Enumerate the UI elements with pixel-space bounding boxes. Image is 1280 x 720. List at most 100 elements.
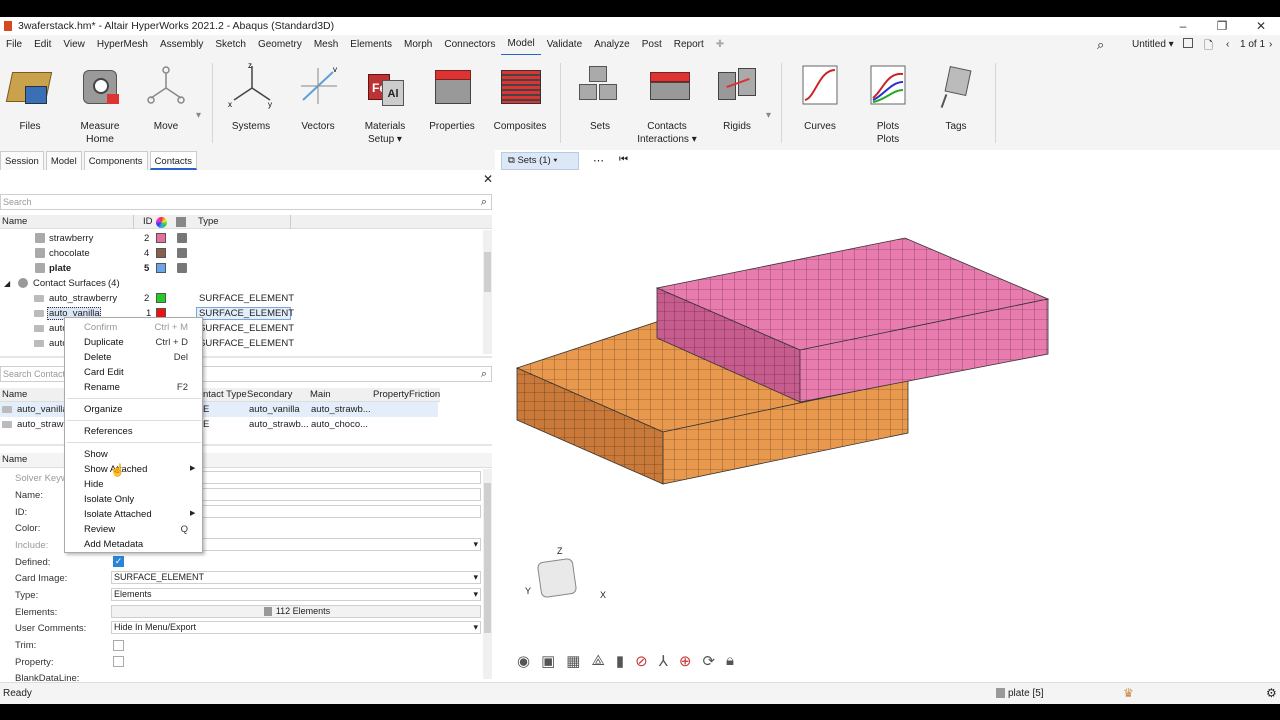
tab-components[interactable]: Components xyxy=(83,151,148,170)
menu-edit[interactable]: Edit xyxy=(28,35,57,55)
collapse-icon[interactable]: ◢ xyxy=(4,276,10,291)
measure-tool[interactable]: Measure Home xyxy=(72,60,128,146)
vectors-tool[interactable]: v Vectors xyxy=(292,60,344,133)
type-select[interactable]: Elements ▾ xyxy=(111,588,481,601)
move-tool[interactable]: Move xyxy=(140,60,192,133)
crown-icon[interactable]: ♛ xyxy=(1123,686,1134,700)
menu-hypermesh[interactable]: HyperMesh xyxy=(91,35,154,55)
col-main[interactable]: Main xyxy=(310,388,331,402)
menu-elements[interactable]: Elements xyxy=(344,35,398,55)
elements-selector[interactable]: 112 Elements xyxy=(111,605,481,618)
view-eye-icon[interactable]: ◉ xyxy=(517,652,530,676)
menu-sketch[interactable]: Sketch xyxy=(209,35,252,55)
session-dropdown[interactable]: Untitled ▾ xyxy=(1132,39,1174,50)
menu-assembly[interactable]: Assembly xyxy=(154,35,209,55)
menu-file[interactable]: File xyxy=(0,35,28,55)
color-swatch[interactable] xyxy=(156,293,166,303)
add-ribbon-icon[interactable]: ✚ xyxy=(710,35,730,55)
menu-morph[interactable]: Morph xyxy=(398,35,438,55)
col-secondary[interactable]: Secondary xyxy=(247,388,292,402)
menu-item-show[interactable]: Show xyxy=(84,448,108,461)
graphics-viewport[interactable]: ⧉ Sets (1) ▾ ⋯ ⏮ Z Y X ◉ ▣ ▦ ⟁ ▮ ⊘ ⅄ ⊕ ⟳ xyxy=(495,150,1280,682)
browser-search-input[interactable]: Search ⌕ xyxy=(0,194,492,210)
col-property[interactable]: Property xyxy=(373,388,409,402)
next-page-icon[interactable]: › xyxy=(1269,39,1272,50)
tab-contacts[interactable]: Contacts xyxy=(149,151,198,170)
col-contact-type[interactable]: ntact Type xyxy=(203,388,247,402)
rigids-dropdown-icon[interactable]: ▾ xyxy=(766,110,771,121)
menu-mesh[interactable]: Mesh xyxy=(308,35,344,55)
contacts-tool[interactable]: Contacts Interactions ▾ xyxy=(634,60,700,146)
sets-tool[interactable]: Sets xyxy=(574,60,626,133)
view-zoom-icon[interactable]: ⊕ xyxy=(679,652,692,676)
tree-row[interactable]: strawberry 2 xyxy=(0,231,490,246)
menu-item-organize[interactable]: Organize xyxy=(84,403,123,416)
restore-button[interactable]: ❐ xyxy=(1202,17,1242,35)
menu-item-delete[interactable]: Delete xyxy=(84,351,111,364)
menu-item-hide[interactable]: Hide xyxy=(84,478,104,491)
window-icon[interactable] xyxy=(1183,38,1193,48)
current-component[interactable]: plate [5] xyxy=(1008,688,1044,699)
search-icon[interactable]: ⌕ xyxy=(481,195,487,209)
view-rotate-icon[interactable]: ⟳ xyxy=(702,652,715,676)
menu-item-isolate-only[interactable]: Isolate Only xyxy=(84,493,134,506)
systems-tool[interactable]: z x y Systems xyxy=(224,60,278,133)
view-transparency-icon[interactable]: ⊘ xyxy=(635,652,648,676)
menu-geometry[interactable]: Geometry xyxy=(252,35,308,55)
menu-item-card-edit[interactable]: Card Edit xyxy=(84,366,124,379)
visibility-icon[interactable] xyxy=(177,233,187,243)
minimize-button[interactable]: – xyxy=(1163,17,1203,35)
cube-icon[interactable] xyxy=(536,557,578,599)
col-name[interactable]: Name xyxy=(2,388,27,402)
col-friction[interactable]: Friction xyxy=(409,388,440,402)
col-type[interactable]: Type xyxy=(198,215,219,229)
tree-scrollbar[interactable] xyxy=(483,230,492,354)
search-icon[interactable]: ⌕ xyxy=(1097,37,1104,53)
view-axis-icon[interactable]: ⅄ xyxy=(659,652,668,676)
property-checkbox[interactable] xyxy=(113,656,124,667)
tab-model[interactable]: Model xyxy=(45,151,82,170)
prev-page-icon[interactable]: ‹ xyxy=(1226,39,1229,50)
trim-checkbox[interactable] xyxy=(113,640,124,651)
menu-item-duplicate[interactable]: Duplicate xyxy=(84,336,124,349)
card-image-select[interactable]: SURFACE_ELEMENT ▾ xyxy=(111,571,481,584)
plots-tool[interactable]: Plots Plots xyxy=(862,60,914,146)
menu-post[interactable]: Post xyxy=(636,35,668,55)
col-name[interactable]: Name xyxy=(2,215,27,229)
materials-tool[interactable]: Fe Al Materials Setup ▾ xyxy=(356,60,414,146)
menu-connectors[interactable]: Connectors xyxy=(438,35,501,55)
menu-validate[interactable]: Validate xyxy=(541,35,588,55)
close-button[interactable]: ✕ xyxy=(1241,17,1280,35)
col-id[interactable]: ID xyxy=(143,215,153,229)
menu-item-confirm[interactable]: Confirm xyxy=(84,321,117,334)
composites-tool[interactable]: Composites xyxy=(492,60,548,133)
editor-scrollbar[interactable] xyxy=(483,469,492,679)
menu-model[interactable]: Model xyxy=(501,34,541,56)
menu-view[interactable]: View xyxy=(57,35,91,55)
menu-analyze[interactable]: Analyze xyxy=(588,35,636,55)
page-icon[interactable]: 🗋 xyxy=(1204,37,1213,56)
tree-row[interactable]: auto_strawberry 2 SURFACE_ELEMENT xyxy=(0,291,490,306)
menu-item-references[interactable]: References xyxy=(84,425,133,438)
tags-tool[interactable]: Tags xyxy=(930,60,982,133)
view-display-icon[interactable]: ▣ xyxy=(541,652,555,676)
defined-checkbox[interactable]: ✓ xyxy=(113,556,124,567)
visibility-icon[interactable] xyxy=(177,263,187,273)
tree-row[interactable]: plate 5 xyxy=(0,261,490,276)
settings-gear-icon[interactable]: ⚙ xyxy=(1266,686,1277,700)
tree-row[interactable]: chocolate 4 xyxy=(0,246,490,261)
view-lock-icon[interactable]: 🔒︎ xyxy=(726,652,734,676)
user-comments-select[interactable]: Hide In Menu/Export ▾ xyxy=(111,621,481,634)
menu-item-rename[interactable]: Rename xyxy=(84,381,120,394)
properties-tool[interactable]: Properties xyxy=(424,60,480,133)
menu-report[interactable]: Report xyxy=(668,35,710,55)
tree-group-row[interactable]: ◢ Contact Surfaces (4) xyxy=(0,276,490,291)
menu-item-isolate-attached[interactable]: Isolate Attached xyxy=(84,508,152,521)
view-clip-icon[interactable]: ▮ xyxy=(616,652,624,676)
curves-tool[interactable]: Curves xyxy=(794,60,846,133)
close-panel-icon[interactable]: ✕ xyxy=(483,172,493,186)
visibility-icon[interactable] xyxy=(177,248,187,258)
color-swatch[interactable] xyxy=(156,248,166,258)
search-icon[interactable]: ⌕ xyxy=(481,367,487,381)
files-tool[interactable]: Files xyxy=(4,60,56,133)
